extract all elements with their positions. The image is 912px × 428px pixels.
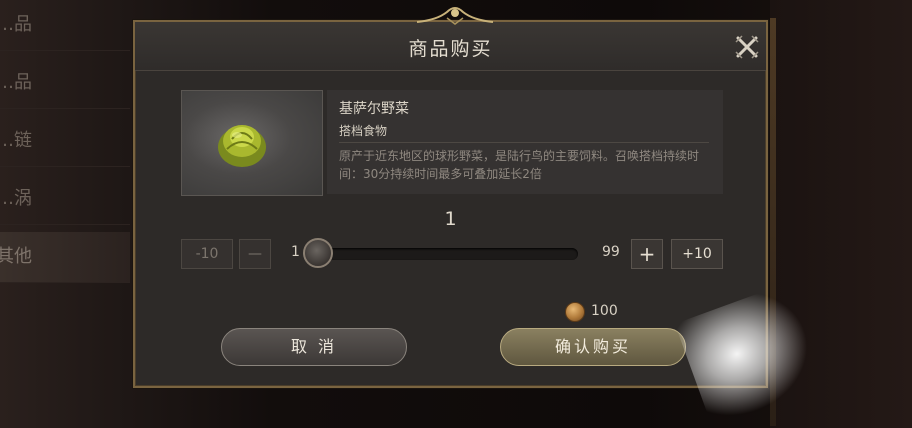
background-tab-3[interactable]: …链 — [0, 116, 130, 167]
plus-one-button[interactable]: + — [631, 239, 663, 269]
item-divider — [339, 142, 709, 143]
background-tab-2[interactable]: …品 — [0, 58, 130, 109]
confirm-purchase-button[interactable]: 确认购买 — [500, 328, 686, 366]
slider-min-label: 1 — [291, 244, 300, 260]
ornament-crest-icon — [417, 7, 493, 25]
dialog-header: 商品购买 — [135, 22, 766, 71]
coin-icon — [565, 302, 585, 322]
dialog-title: 商品购买 — [408, 38, 493, 60]
item-thumbnail — [181, 90, 323, 196]
minus-one-button[interactable]: — — [239, 239, 271, 269]
purchase-dialog: 商品购买 基萨尔野菜 搭档食物 原产于近东地区的球形野菜，是陆行鸟的主要饲料。召… — [133, 20, 768, 388]
slider-max-label: 99 — [602, 244, 620, 260]
background-tab-4[interactable]: …涡 — [0, 174, 130, 225]
background-tab-other[interactable]: 其他 — [0, 232, 130, 283]
plus-ten-button[interactable]: +10 — [671, 239, 723, 269]
quantity-slider-track[interactable] — [306, 248, 578, 260]
item-name: 基萨尔野菜 — [339, 101, 409, 117]
item-type: 搭档食物 — [339, 124, 388, 138]
minus-ten-button[interactable]: -10 — [181, 239, 233, 269]
background-sidebar: …品 …品 …链 …涡 其他 — [0, 0, 130, 428]
close-x-icon — [735, 35, 759, 59]
background-tab-1[interactable]: …品 — [0, 0, 130, 51]
cancel-button[interactable]: 取 消 — [221, 328, 407, 366]
quantity-slider-thumb[interactable] — [303, 238, 333, 268]
cabbage-icon — [218, 125, 266, 167]
item-info-panel: 基萨尔野菜 搭档食物 原产于近东地区的球形野菜，是陆行鸟的主要饲料。召唤搭档持续… — [327, 90, 723, 194]
quantity-display: 1 — [444, 208, 457, 230]
close-button[interactable] — [734, 34, 760, 60]
item-description: 原产于近东地区的球形野菜，是陆行鸟的主要饲料。召唤搭档持续时间：30分持续时间最… — [339, 149, 700, 181]
price-value: 100 — [591, 303, 618, 319]
